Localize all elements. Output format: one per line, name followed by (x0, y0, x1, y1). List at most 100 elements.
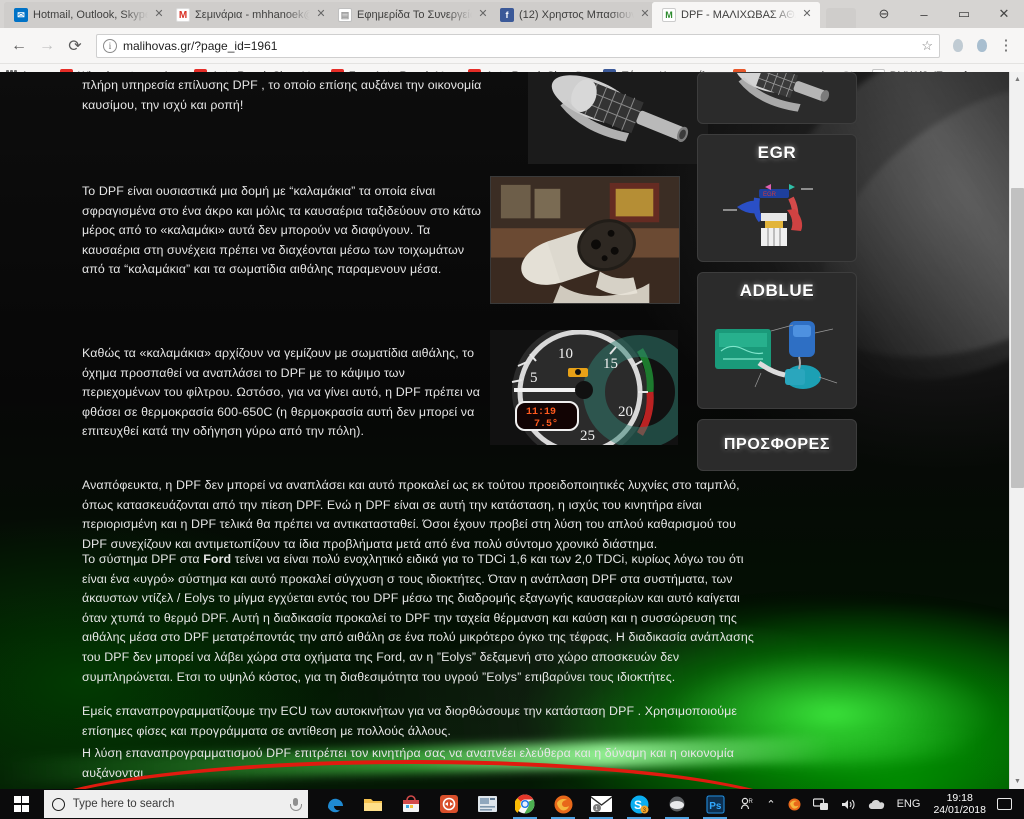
extension-icon-2[interactable] (970, 34, 994, 58)
adblue-diagram-graphic (707, 307, 847, 399)
edge-icon[interactable] (316, 789, 354, 819)
widget-egr[interactable]: EGR EGR (697, 134, 857, 262)
reload-icon[interactable]: ⟳ (62, 33, 88, 59)
microsoft-store-icon[interactable] (392, 789, 430, 819)
close-icon[interactable]: ✕ (638, 8, 652, 22)
close-icon[interactable]: ✕ (476, 8, 490, 22)
widget-offers[interactable]: ΠΡΟΣΦΟΡΕΣ (697, 419, 857, 471)
exhaust-muffler-photo (528, 72, 708, 164)
svg-text:5: 5 (530, 370, 538, 386)
account-icon[interactable]: ⊖ (864, 0, 904, 28)
figure-clogged-filter (490, 176, 680, 304)
chrome-menu-icon[interactable]: ⋮ (994, 34, 1018, 58)
start-button[interactable] (0, 789, 43, 819)
paragraph-intro: πλήρη υπηρεσία επίλυσης DPF , το οποίο ε… (82, 78, 482, 112)
tab-hotmail[interactable]: ✉ Hotmail, Outlook, Skype ✕ (4, 2, 172, 28)
paragraph-solution-2: Η λύση επαναπρογραμματισμού DPF επιτρέπε… (82, 746, 734, 780)
svg-text:R: R (749, 799, 754, 805)
network-icon[interactable] (807, 789, 835, 819)
site-info-icon[interactable]: i (103, 38, 117, 53)
clock-time: 19:18 (946, 792, 973, 804)
new-tab-button[interactable] (826, 8, 856, 28)
browser-toolbar: ← → ⟳ i malihovas.gr/?page_id=1961 ☆ ⋮ (0, 28, 1024, 64)
scroll-up-icon[interactable]: ▲ (1010, 72, 1024, 87)
back-icon[interactable]: ← (6, 33, 32, 59)
windows-taskbar: Type here to search 1 S 3 Ps R ⌃ ENG 19:… (0, 789, 1024, 819)
mail-icon[interactable]: 1 (582, 789, 620, 819)
tab-facebook[interactable]: f (12) Χρηστος Μπασιουν ✕ (490, 2, 658, 28)
minimize-button[interactable]: – (904, 0, 944, 28)
forward-icon[interactable]: → (34, 33, 60, 59)
show-hidden-icons-chevron[interactable]: ⌃ (760, 789, 781, 819)
skype-icon[interactable]: S3 (620, 789, 658, 819)
microphone-icon[interactable] (290, 797, 303, 811)
scroll-down-icon[interactable]: ▼ (1010, 774, 1024, 789)
paragraph-solution-1: Εμείς επαναπρογραμματίζουμε την ECU των … (82, 704, 737, 738)
taskbar-search-box[interactable]: Type here to search (43, 790, 309, 818)
widget-title: ΠΡΟΣΦΟΡΕΣ (723, 436, 831, 453)
dpf-warning-light (568, 368, 588, 377)
svg-text:EGR: EGR (763, 192, 777, 198)
egr-diagram: EGR (713, 169, 841, 253)
language-indicator[interactable]: ENG (891, 789, 927, 819)
close-icon[interactable]: ✕ (152, 8, 166, 22)
tab-title: (12) Χρηστος Μπασιουν (519, 9, 634, 21)
ford-brand: Ford (203, 552, 232, 566)
close-icon[interactable]: ✕ (800, 8, 814, 22)
action-center-icon[interactable] (997, 798, 1012, 810)
cortana-circle-icon (51, 797, 65, 811)
onedrive-icon[interactable] (862, 789, 891, 819)
widget-adblue[interactable]: ADBLUE (697, 272, 857, 409)
clogged-dpf-filter-photo (491, 177, 679, 303)
tab-title: DPF - ΜΑΛΙΧΩΒΑΣ ΑΘΑΝ (681, 9, 796, 21)
svg-text:15: 15 (603, 356, 618, 372)
scrollbar-thumb[interactable] (1011, 188, 1024, 488)
extension-icon-1[interactable] (946, 34, 970, 58)
figure-dashboard-gauge: 5 10 15 20 25 11:19 7.5° (490, 330, 678, 445)
taskbar-clock[interactable]: 19:18 24/01/2018 (926, 792, 993, 816)
svg-text:1: 1 (595, 806, 598, 812)
firefox-icon[interactable] (544, 789, 582, 819)
address-bar[interactable]: i malihovas.gr/?page_id=1961 ☆ (96, 33, 940, 58)
search-placeholder: Type here to search (72, 798, 175, 810)
ford-text-after: τείνει να είναι πολύ ενοχλητικό ειδικά γ… (82, 552, 754, 684)
taskbar-app-icons: 1 S3 Ps (316, 789, 734, 819)
svg-text:11:19: 11:19 (526, 407, 556, 418)
close-icon[interactable]: ✕ (314, 8, 328, 22)
chrome-icon[interactable] (506, 789, 544, 819)
site-icon: M (662, 8, 676, 22)
tab-title: Σεμινάρια - mhhanoek@ (195, 9, 310, 21)
facebook-icon: f (500, 8, 514, 22)
svg-text:10: 10 (558, 346, 573, 362)
firefox-tray-icon[interactable] (782, 789, 807, 819)
svg-text:Ps: Ps (709, 801, 722, 812)
svg-text:25: 25 (580, 428, 595, 444)
article-content: πλήρη υπηρεσία επίλυσης DPF , το οποίο ε… (78, 72, 760, 789)
maximize-button[interactable]: ▭ (944, 0, 984, 28)
news-icon[interactable] (468, 789, 506, 819)
tab-dpf-malihovas[interactable]: M DPF - ΜΑΛΙΧΩΒΑΣ ΑΘΑΝ ✕ (652, 2, 820, 28)
clock-date: 24/01/2018 (933, 804, 986, 816)
widget-top[interactable] (697, 72, 857, 124)
page-icon: ▤ (338, 8, 352, 22)
screen: ✉ Hotmail, Outlook, Skype ✕ M Σεμινάρια … (0, 0, 1024, 819)
gmail-icon: M (176, 8, 190, 22)
window-controls: ⊖ – ▭ ✕ (864, 0, 1024, 28)
tab-newspaper[interactable]: ▤ Εφημερίδα Το Συνεργείο ✕ (328, 2, 496, 28)
page-scrollbar[interactable]: ▲ ▼ (1009, 72, 1024, 789)
tab-strip: ✉ Hotmail, Outlook, Skype ✕ M Σεμινάρια … (0, 0, 1024, 28)
photoshop-icon[interactable]: Ps (696, 789, 734, 819)
windows-logo-icon (13, 796, 30, 812)
close-window-button[interactable]: ✕ (984, 0, 1024, 28)
file-explorer-icon[interactable] (354, 789, 392, 819)
people-icon[interactable]: R (734, 789, 760, 819)
exhaust-pipe-icon (713, 73, 841, 112)
sidebar-widgets: EGR EGR ADBLUE ΠΡΟΣΦΟΡΕΣ (697, 72, 859, 481)
paragraph-warning: Αναπόφευκτα, η DPF δεν μπορεί να αναπλάσ… (82, 478, 740, 551)
weather-icon[interactable] (658, 789, 696, 819)
volume-icon[interactable] (835, 789, 862, 819)
tab-seminars[interactable]: M Σεμινάρια - mhhanoek@ ✕ (166, 2, 334, 28)
bookmark-star-icon[interactable]: ☆ (921, 38, 933, 54)
teamviewer-icon[interactable] (430, 789, 468, 819)
system-tray: R ⌃ ENG 19:18 24/01/2018 (734, 789, 1024, 819)
